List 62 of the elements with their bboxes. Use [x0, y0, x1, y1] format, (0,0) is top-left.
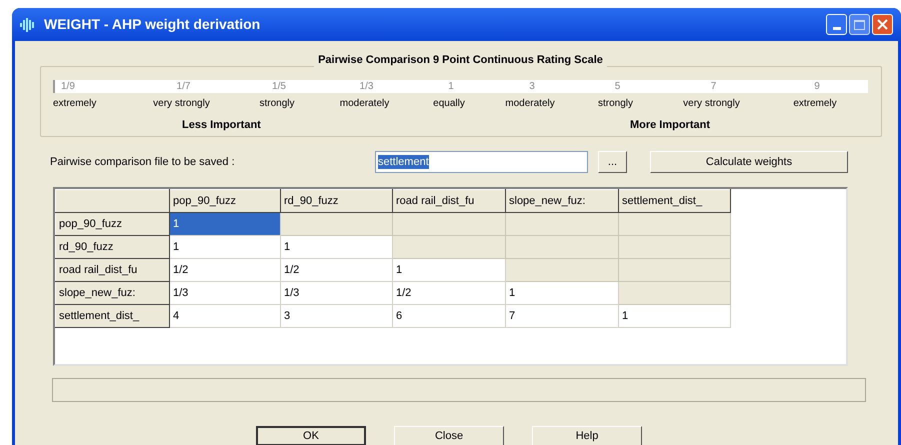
column-header: pop_90_fuzz	[170, 190, 280, 212]
browse-button[interactable]: ...	[598, 151, 627, 173]
table-cell[interactable]: 7	[506, 304, 618, 328]
table-cell[interactable]: 6	[392, 304, 506, 328]
scale-value: 1/5	[272, 80, 286, 93]
table-cell[interactable]: 1	[280, 236, 392, 258]
scale-value: 1	[448, 80, 454, 93]
table-cell[interactable]: 4	[170, 304, 280, 328]
table-cell[interactable]: 1/2	[170, 258, 280, 282]
row-header: road rail_dist_fu	[56, 258, 170, 282]
column-header: slope_new_fuz:	[506, 190, 618, 212]
dialog-button[interactable]: Help	[532, 426, 642, 445]
table-cell[interactable]: 3	[280, 304, 392, 328]
table-cell[interactable]: 1/3	[280, 282, 392, 304]
scale-value: 1/7	[176, 80, 190, 93]
close-button[interactable]	[872, 14, 893, 35]
dialog-button[interactable]: Close	[394, 426, 504, 445]
file-name-field[interactable]: settlement	[375, 151, 588, 173]
row-header: slope_new_fuz:	[56, 282, 170, 304]
scale-label: very strongly	[683, 97, 740, 111]
table-cell[interactable]: 1/2	[280, 258, 392, 282]
scale-value: 5	[614, 80, 620, 93]
table-cell[interactable]: 1	[170, 236, 280, 258]
dialog-button[interactable]: OK	[256, 426, 366, 445]
table-cell[interactable]: 1	[506, 282, 618, 304]
scale-label: extremely	[793, 97, 837, 111]
column-header: road rail_dist_fu	[392, 190, 506, 212]
minimize-icon	[832, 27, 840, 30]
row-header: settlement_dist_	[56, 304, 170, 328]
scale-value: 1/9	[60, 80, 75, 93]
calculate-weights-button[interactable]: Calculate weights	[650, 151, 848, 173]
scale-label: moderately	[505, 97, 555, 111]
scale-value: 7	[710, 80, 716, 93]
scale-label: strongly	[598, 97, 633, 111]
scale-label: extremely	[53, 97, 96, 111]
window-title: WEIGHT - AHP weight derivation	[44, 15, 262, 34]
table-cell[interactable]: 1	[618, 304, 730, 328]
table-cell[interactable]: 1	[392, 258, 506, 282]
table-cell[interactable]: 1/2	[392, 282, 506, 304]
table-cell[interactable]: 1	[170, 212, 280, 236]
file-label: Pairwise comparison file to be saved :	[50, 154, 236, 170]
table-cell[interactable]: 1/3	[170, 282, 280, 304]
scale-label: moderately	[340, 97, 390, 111]
scale-value: 1/3	[360, 80, 374, 93]
scale-label: very strongly	[153, 97, 210, 111]
file-name-value: settlement	[378, 155, 429, 169]
less-important-label: Less Important	[182, 118, 261, 133]
maximize-button[interactable]	[849, 14, 870, 35]
row-header: rd_90_fuzz	[56, 236, 170, 258]
scale-label: equally	[433, 97, 465, 111]
column-header: settlement_dist_	[618, 190, 730, 212]
scale-title: Pairwise Comparison 9 Point Continuous Rating Scale	[314, 52, 607, 68]
minimize-button[interactable]	[826, 14, 847, 35]
app-icon	[20, 18, 36, 32]
maximize-icon	[854, 20, 865, 30]
more-important-label: More Important	[630, 118, 710, 133]
scale-value: 9	[814, 80, 820, 93]
scale-value: 3	[529, 80, 535, 93]
scale-label: strongly	[259, 97, 294, 111]
close-icon	[877, 19, 888, 30]
column-header: rd_90_fuzz	[280, 190, 392, 212]
row-header: pop_90_fuzz	[56, 212, 170, 236]
